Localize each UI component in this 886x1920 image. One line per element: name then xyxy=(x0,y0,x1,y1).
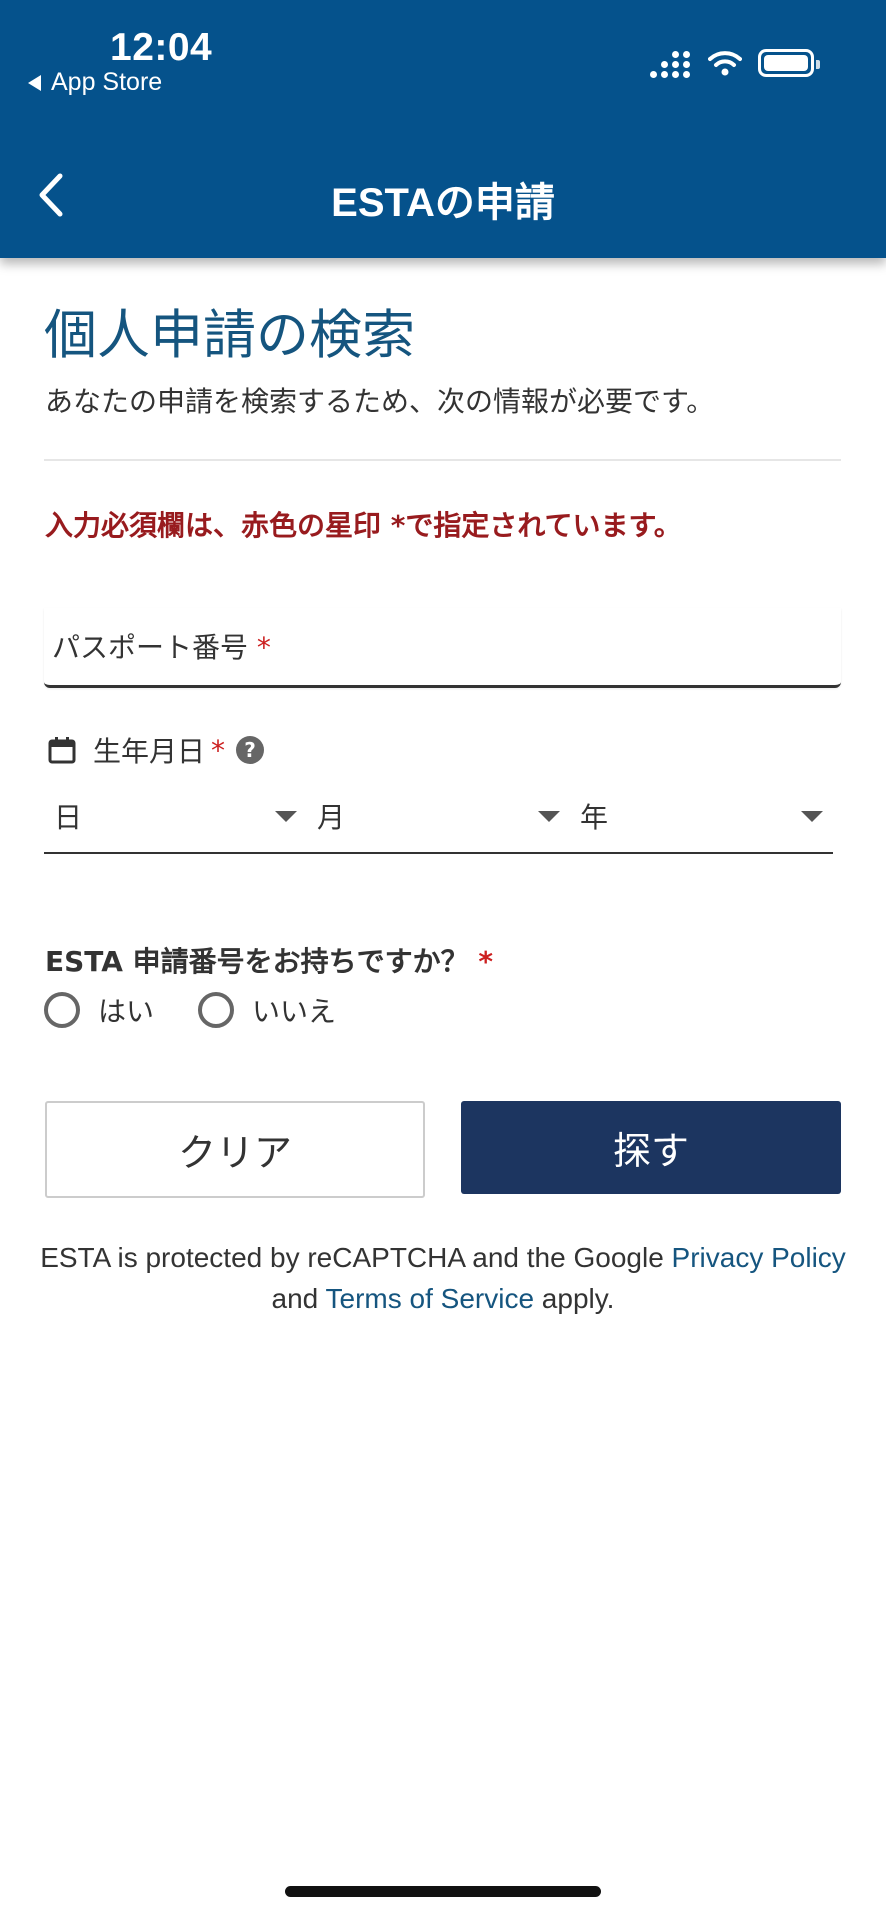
back-app-label: App Store xyxy=(51,68,163,96)
dropdown-arrow-icon xyxy=(275,811,297,822)
dob-day-select[interactable]: 日 xyxy=(44,790,307,850)
divider xyxy=(44,459,841,461)
signal-icon xyxy=(650,48,694,78)
dob-month-value: 月 xyxy=(317,801,346,834)
radio-circle-icon xyxy=(198,992,235,1028)
date-of-birth-label: 生年月日 * ? xyxy=(47,730,265,770)
nav-title: ESTAの申請 xyxy=(331,181,555,225)
radio-yes-label: はい xyxy=(98,995,155,1028)
passport-number-field[interactable]: パスポート番号 * xyxy=(44,608,841,688)
required-star: * xyxy=(478,945,494,978)
back-triangle-icon xyxy=(28,74,41,91)
esta-number-radio-group: はい いいえ xyxy=(44,990,380,1030)
radio-no[interactable]: いいえ xyxy=(198,990,336,1030)
dob-year-select[interactable]: 年 xyxy=(570,790,833,850)
page-title: 個人申請の検索 xyxy=(44,305,415,366)
radio-circle-icon xyxy=(44,992,80,1028)
recaptcha-notice: ESTA is protected by reCAPTCHA and the G… xyxy=(40,1242,846,1314)
page-subtitle: あなたの申請を検索するため、次の情報が必要です。 xyxy=(45,385,715,418)
dropdown-arrow-icon xyxy=(538,811,560,822)
battery-icon xyxy=(758,49,820,77)
required-fields-note: 入力必須欄は、赤色の星印 *で指定されています。 xyxy=(45,509,682,542)
status-time: 12:04 xyxy=(110,26,213,69)
dob-month-select[interactable]: 月 xyxy=(307,790,570,850)
app-header: 12:04 App Store ESTAの申請 xyxy=(0,0,886,258)
terms-of-service-link[interactable]: Terms of Service xyxy=(326,1283,535,1314)
passport-number-label: パスポート番号 * xyxy=(52,631,271,664)
wifi-icon xyxy=(708,51,742,76)
back-to-app-store[interactable]: App Store xyxy=(28,68,162,97)
search-button[interactable]: 探す xyxy=(461,1101,841,1194)
esta-number-question: ESTA 申請番号をお持ちですか？ * xyxy=(45,945,494,978)
home-indicator[interactable] xyxy=(285,1886,601,1897)
dob-day-value: 日 xyxy=(54,801,83,834)
dob-label-text: 生年月日 xyxy=(93,735,206,768)
dropdown-arrow-icon xyxy=(801,811,823,822)
svg-text:?: ? xyxy=(244,738,256,762)
status-icons xyxy=(650,48,820,78)
required-star: * xyxy=(211,733,226,767)
privacy-policy-link[interactable]: Privacy Policy xyxy=(672,1242,846,1273)
radio-yes[interactable]: はい xyxy=(44,990,154,1030)
clear-button[interactable]: クリア xyxy=(45,1101,425,1198)
dob-year-value: 年 xyxy=(580,801,609,834)
date-of-birth-selects: 日 月 年 xyxy=(44,790,833,854)
required-star: * xyxy=(256,631,271,664)
help-icon[interactable]: ? xyxy=(235,735,265,765)
calendar-icon xyxy=(48,737,76,764)
radio-no-label: いいえ xyxy=(252,995,337,1028)
